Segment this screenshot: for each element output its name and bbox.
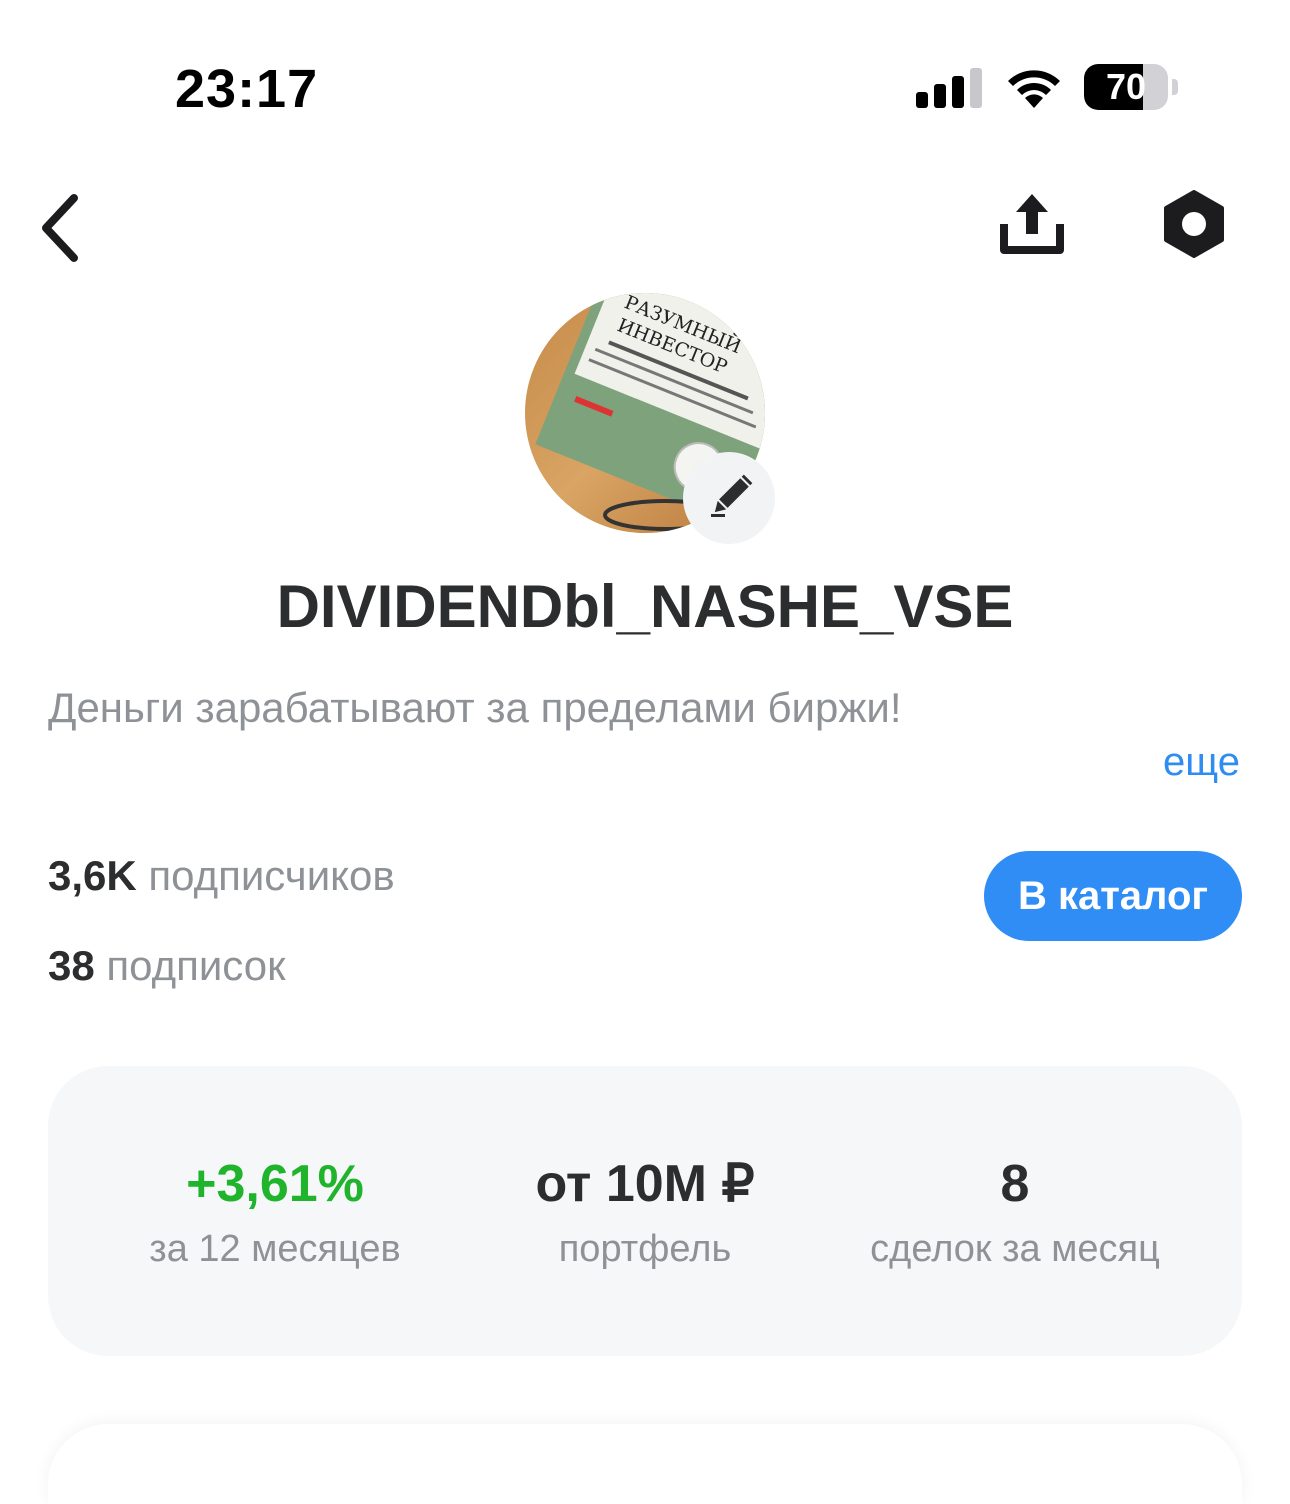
- following-label: подписок: [106, 942, 286, 989]
- profile-bio: Деньги зарабатывают за пределами биржи!: [48, 684, 902, 731]
- following-stat[interactable]: 38 подписок: [48, 942, 286, 990]
- pencil-icon: [711, 474, 753, 517]
- back-button[interactable]: [30, 186, 94, 270]
- chevron-left-icon: [42, 194, 78, 262]
- bio-more-link[interactable]: еще: [1100, 740, 1240, 785]
- followers-label: подписчиков: [148, 852, 395, 899]
- battery-icon: 70: [1084, 64, 1180, 110]
- stat-return-value: +3,61%: [186, 1155, 364, 1213]
- stat-trades-label: сделок за месяц: [870, 1228, 1160, 1270]
- stats-card: +3,61% за 12 месяцев от 10M ₽ портфель 8…: [48, 1066, 1242, 1356]
- cellular-signal-icon: [916, 68, 982, 108]
- stat-portfolio-label: портфель: [558, 1228, 732, 1270]
- share-upload-icon: [1000, 194, 1064, 254]
- status-time: 23:17: [175, 59, 319, 119]
- settings-button[interactable]: [1158, 188, 1230, 260]
- edit-avatar-button[interactable]: [683, 452, 775, 544]
- hexagon-settings-icon: [1164, 190, 1224, 258]
- followers-count: 3,6K: [48, 852, 137, 899]
- stat-portfolio-value: от 10M ₽: [535, 1155, 755, 1213]
- share-button[interactable]: [996, 188, 1068, 260]
- wifi-icon: [1008, 70, 1060, 108]
- profile-username: DIVIDENDbl_NASHE_VSE: [276, 573, 1014, 640]
- battery-level-text: 70: [1105, 66, 1147, 107]
- following-count: 38: [48, 942, 95, 989]
- stat-return-label: за 12 месяцев: [149, 1228, 401, 1270]
- next-card: [48, 1424, 1242, 1504]
- stat-trades-value: 8: [1000, 1155, 1030, 1213]
- catalog-button[interactable]: В каталог: [984, 851, 1242, 941]
- followers-stat[interactable]: 3,6K подписчиков: [48, 852, 395, 900]
